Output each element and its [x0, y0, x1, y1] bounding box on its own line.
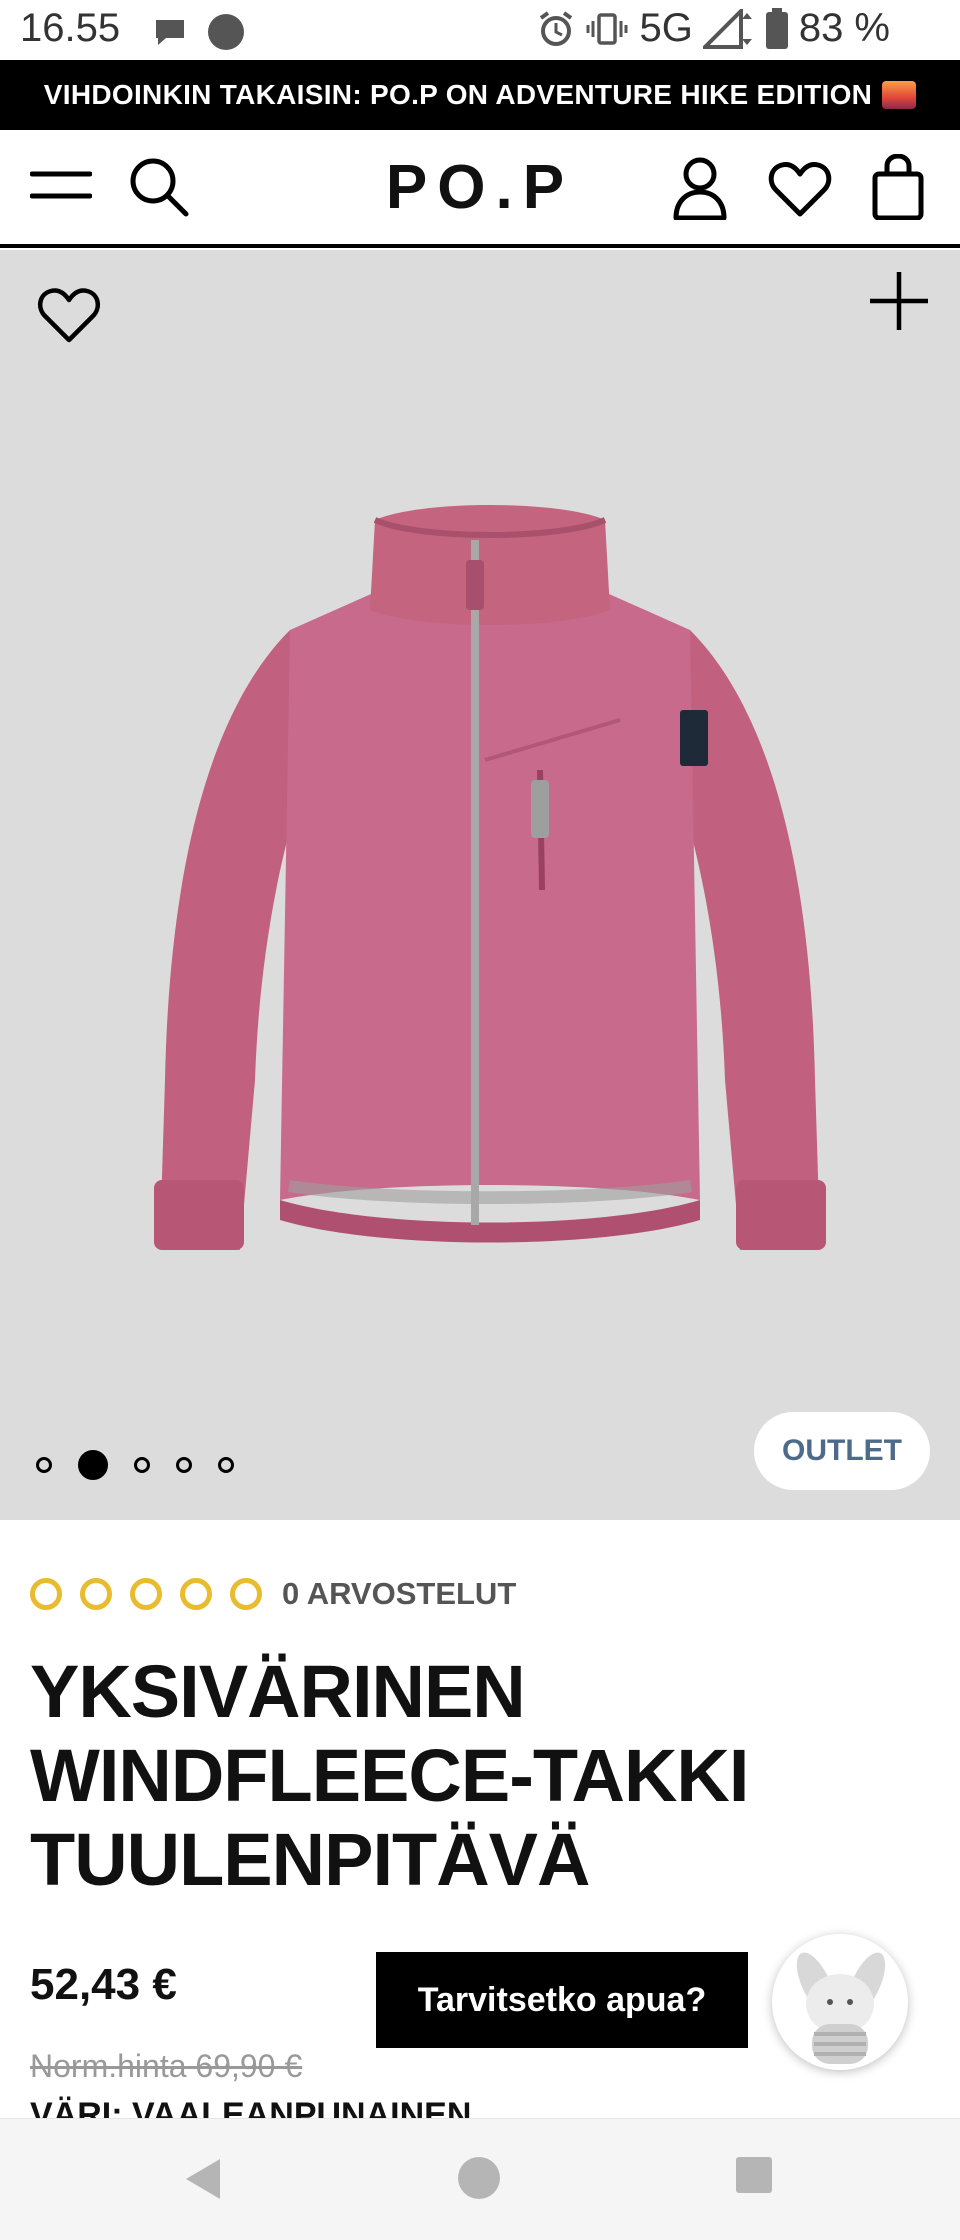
home-icon[interactable]: [456, 2155, 502, 2201]
product-image-gallery[interactable]: OUTLET: [0, 250, 960, 1520]
sunset-emoji-icon: [882, 81, 917, 109]
promo-text: VIHDOINKIN TAKAISIN: PO.P ON ADVENTURE H…: [43, 79, 873, 110]
account-icon[interactable]: [672, 156, 728, 220]
promo-banner[interactable]: VIHDOINKIN TAKAISIN: PO.P ON ADVENTURE H…: [0, 60, 960, 130]
title-line: TUULENPITÄVÄ: [30, 1818, 590, 1901]
product-photo: [154, 505, 826, 1250]
help-chat-button[interactable]: Tarvitsetko apua?: [376, 1952, 748, 2048]
battery-level: 83 %: [798, 6, 890, 50]
heart-icon[interactable]: [768, 160, 832, 218]
alarm-icon: [540, 10, 573, 46]
title-line: WINDFLEECE-TAKKI: [30, 1734, 749, 1817]
system-nav-bar: [0, 2118, 960, 2240]
back-icon[interactable]: [180, 2155, 224, 2203]
rating-star-icon: [230, 1578, 262, 1610]
chat-avatar[interactable]: [772, 1934, 908, 2070]
plus-icon[interactable]: [868, 270, 930, 332]
wishlist-heart-icon[interactable]: [36, 286, 102, 344]
review-count[interactable]: 0 ARVOSTELUT: [282, 1576, 516, 1612]
bunny-plush-icon: [796, 1952, 886, 2064]
sale-price: 52,43 €: [30, 1960, 177, 2009]
rating-star-icon: [180, 1578, 212, 1610]
rating-star-icon: [80, 1578, 112, 1610]
circle-icon: [208, 14, 244, 50]
product-title: YKSIVÄRINEN WINDFLEECE-TAKKI TUULENPITÄV…: [30, 1650, 930, 1902]
title-line: YKSIVÄRINEN: [30, 1650, 526, 1733]
rating-star-icon: [130, 1578, 162, 1610]
recents-icon[interactable]: [734, 2155, 774, 2195]
battery-icon: [765, 7, 788, 49]
bag-icon[interactable]: [872, 154, 924, 220]
site-header: PO.P: [0, 130, 960, 248]
status-time: 16.55: [20, 6, 121, 50]
product-rating[interactable]: 0 ARVOSTELUT: [30, 1576, 516, 1612]
gallery-pagination[interactable]: [36, 1450, 234, 1480]
original-price: Norm.hinta 69,90 €: [30, 2048, 303, 2084]
gallery-dot[interactable]: [134, 1457, 150, 1473]
gallery-dot[interactable]: [218, 1457, 234, 1473]
rating-star-icon: [30, 1578, 62, 1610]
vibrate-icon: [586, 12, 628, 45]
gallery-dot-active[interactable]: [78, 1450, 108, 1480]
outlet-badge: OUTLET: [754, 1412, 930, 1490]
color-label: VÄRI: VAALEANPUNAINEN: [30, 2096, 472, 2118]
network-type: 5G: [639, 6, 693, 50]
signal-icon: [702, 8, 752, 49]
status-bar: 16.55 5G 83 %: [0, 0, 960, 60]
chat-bubble-icon: [156, 20, 184, 45]
gallery-dot[interactable]: [176, 1457, 192, 1473]
gallery-dot[interactable]: [36, 1457, 52, 1473]
